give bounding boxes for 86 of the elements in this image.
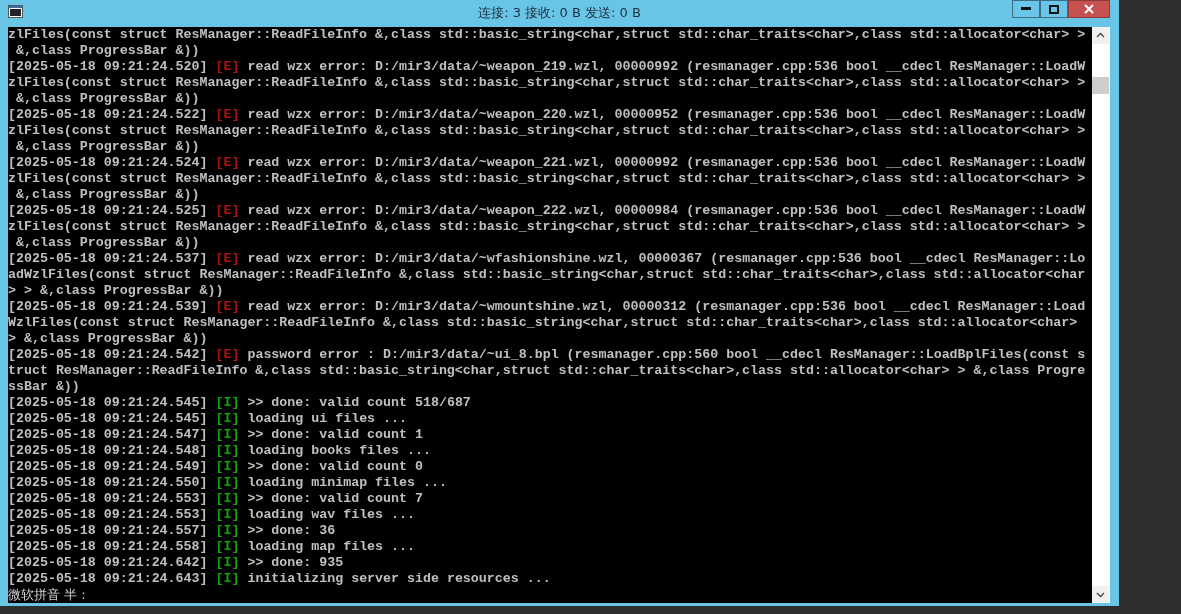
log-message: zlFiles(const struct ResManager::ReadFileInfo &,class std::basic_string<char,struct std::char_traits<char>,class std::allocator<char> >: [8, 123, 1086, 138]
log-timestamp: [2025-05-18 09:21:24.539]: [8, 299, 208, 314]
log-message: read wzx error: D:/mir3/data/~weapon_219.wzl, 00000992 (resmanager.cpp:536 bool __cdecl ResManager::LoadW: [247, 59, 1086, 74]
maximize-button[interactable]: [1040, 0, 1068, 18]
log-message: >> done: valid count 1: [247, 427, 423, 442]
log-message: password error : D:/mir3/data/~ui_8.bpl (resmanager.cpp:560 bool __cdecl ResManager::LoadBplFiles(const s: [247, 347, 1086, 362]
log-message: &,class ProgressBar &)): [14, 187, 200, 202]
log-message: >> done: valid count 0: [247, 459, 423, 474]
log-message: &,class ProgressBar &)): [14, 91, 200, 106]
log-message: read wzx error: D:/mir3/data/~wfashionshine.wzl, 00000367 (resmanager.cpp:536 bool __cdecl ResManager::Lo: [247, 251, 1086, 266]
log-message: loading minimap files ...: [247, 475, 447, 490]
close-button[interactable]: [1068, 0, 1110, 18]
log-timestamp: [2025-05-18 09:21:24.558]: [8, 539, 208, 554]
log-level-tag: [E]: [215, 347, 240, 362]
log-timestamp: [2025-05-18 09:21:24.642]: [8, 555, 208, 570]
log-message: adWzlFiles(const struct ResManager::ReadFileInfo &,class std::basic_string<char,struct std::char_traits<char>,class std::allocator<char: [8, 267, 1086, 282]
log-timestamp: [2025-05-18 09:21:24.548]: [8, 443, 208, 458]
log-level-tag: [I]: [215, 475, 240, 490]
log-message: >> done: valid count 518/687: [247, 395, 471, 410]
vertical-scrollbar[interactable]: [1092, 27, 1110, 603]
log-message: read wzx error: D:/mir3/data/~weapon_221.wzl, 00000992 (resmanager.cpp:536 bool __cdecl ResManager::LoadW: [247, 155, 1086, 170]
log-level-tag: [I]: [215, 427, 240, 442]
log-message: zlFiles(const struct ResManager::ReadFileInfo &,class std::basic_string<char,struct std::char_traits<char>,class std::allocator<char> >: [8, 75, 1086, 90]
log-timestamp: [2025-05-18 09:21:24.557]: [8, 523, 208, 538]
log-timestamp: [2025-05-18 09:21:24.550]: [8, 475, 208, 490]
scrollbar-thumb[interactable]: [1092, 77, 1109, 94]
log-message: truct ResManager::ReadFileInfo &,class std::basic_string<char,struct std::char_traits<char>,class std::allocator<char> > &,class Progre: [8, 363, 1086, 378]
log-message: &,class ProgressBar &)): [14, 139, 200, 154]
log-timestamp: [2025-05-18 09:21:24.643]: [8, 571, 208, 586]
log-message: > > &,class ProgressBar &)): [8, 283, 224, 298]
log-timestamp: [2025-05-18 09:21:24.537]: [8, 251, 208, 266]
log-timestamp: [2025-05-18 09:21:24.545]: [8, 411, 208, 426]
log-message: loading books files ...: [247, 443, 431, 458]
console-app-icon: [8, 5, 23, 18]
log-timestamp: [2025-05-18 09:21:24.520]: [8, 59, 208, 74]
log-message: > &,class ProgressBar &)): [8, 331, 208, 346]
ime-status: 微软拼音 半 :: [8, 587, 87, 603]
log-timestamp: [2025-05-18 09:21:24.545]: [8, 395, 208, 410]
log-timestamp: [2025-05-18 09:21:24.542]: [8, 347, 208, 362]
log-level-tag: [E]: [215, 299, 240, 314]
log-message: zlFiles(const struct ResManager::ReadFileInfo &,class std::basic_string<char,struct std::char_traits<char>,class std::allocator<char> >: [8, 171, 1086, 186]
maximize-icon: [1049, 4, 1059, 14]
log-timestamp: [2025-05-18 09:21:24.524]: [8, 155, 208, 170]
minimize-button[interactable]: [1012, 0, 1040, 18]
log-timestamp: [2025-05-18 09:21:24.522]: [8, 107, 208, 122]
log-level-tag: [E]: [215, 251, 240, 266]
close-icon: [1084, 4, 1094, 14]
log-level-tag: [I]: [215, 459, 240, 474]
minimize-icon: [1021, 7, 1031, 11]
scroll-up-button[interactable]: [1092, 27, 1109, 44]
log-message: read wzx error: D:/mir3/data/~weapon_222.wzl, 00000984 (resmanager.cpp:536 bool __cdecl ResManager::LoadW: [247, 203, 1086, 218]
log-level-tag: [I]: [215, 395, 240, 410]
log-message: ssBar &)): [8, 379, 80, 394]
log-message: loading wav files ...: [247, 507, 415, 522]
log-message: >> done: valid count 7: [247, 491, 423, 506]
log-level-tag: [E]: [215, 203, 240, 218]
log-level-tag: [I]: [215, 571, 240, 586]
log-level-tag: [E]: [215, 107, 240, 122]
log-message: &,class ProgressBar &)): [14, 235, 200, 250]
log-message: zlFiles(const struct ResManager::ReadFileInfo &,class std::basic_string<char,struct std::char_traits<char>,class std::allocator<char> >: [8, 219, 1086, 234]
log-timestamp: [2025-05-18 09:21:24.547]: [8, 427, 208, 442]
log-level-tag: [I]: [215, 443, 240, 458]
log-message: loading map files ...: [247, 539, 415, 554]
log-level-tag: [I]: [215, 539, 240, 554]
log-level-tag: [I]: [215, 523, 240, 538]
log-level-tag: [I]: [215, 411, 240, 426]
log-message: initializing server side resources ...: [247, 571, 551, 586]
log-timestamp: [2025-05-18 09:21:24.553]: [8, 507, 208, 522]
log-timestamp: [2025-05-18 09:21:24.553]: [8, 491, 208, 506]
log-message: &,class ProgressBar &)): [14, 43, 200, 58]
log-timestamp: [2025-05-18 09:21:24.525]: [8, 203, 208, 218]
log-level-tag: [I]: [215, 507, 240, 522]
log-message: >> done: 935: [247, 555, 344, 570]
log-level-tag: [I]: [215, 555, 240, 570]
log-message: read wzx error: D:/mir3/data/~wmountshine.wzl, 00000312 (resmanager.cpp:536 bool __cdecl ResManager::Load: [247, 299, 1086, 314]
log-level-tag: [E]: [215, 155, 240, 170]
log-message: read wzx error: D:/mir3/data/~weapon_220.wzl, 00000952 (resmanager.cpp:536 bool __cdecl ResManager::LoadW: [247, 107, 1086, 122]
log-level-tag: [E]: [215, 59, 240, 74]
window-title: 连接: 3 接收: 0 B 发送: 0 B: [478, 5, 641, 20]
log-message: WzlFiles(const struct ResManager::ReadFileInfo &,class std::basic_string<char,struct std::char_traits<char>,class std::allocator<char>: [8, 315, 1078, 330]
scroll-down-button[interactable]: [1092, 586, 1109, 603]
log-message: >> done: 36: [247, 523, 336, 538]
log-message: loading ui files ...: [247, 411, 407, 426]
log-timestamp: [2025-05-18 09:21:24.549]: [8, 459, 208, 474]
log-level-tag: [I]: [215, 491, 240, 506]
log-message: zlFiles(const struct ResManager::ReadFileInfo &,class std::basic_string<char,struct std::char_traits<char>,class std::allocator<char> >: [8, 27, 1086, 42]
